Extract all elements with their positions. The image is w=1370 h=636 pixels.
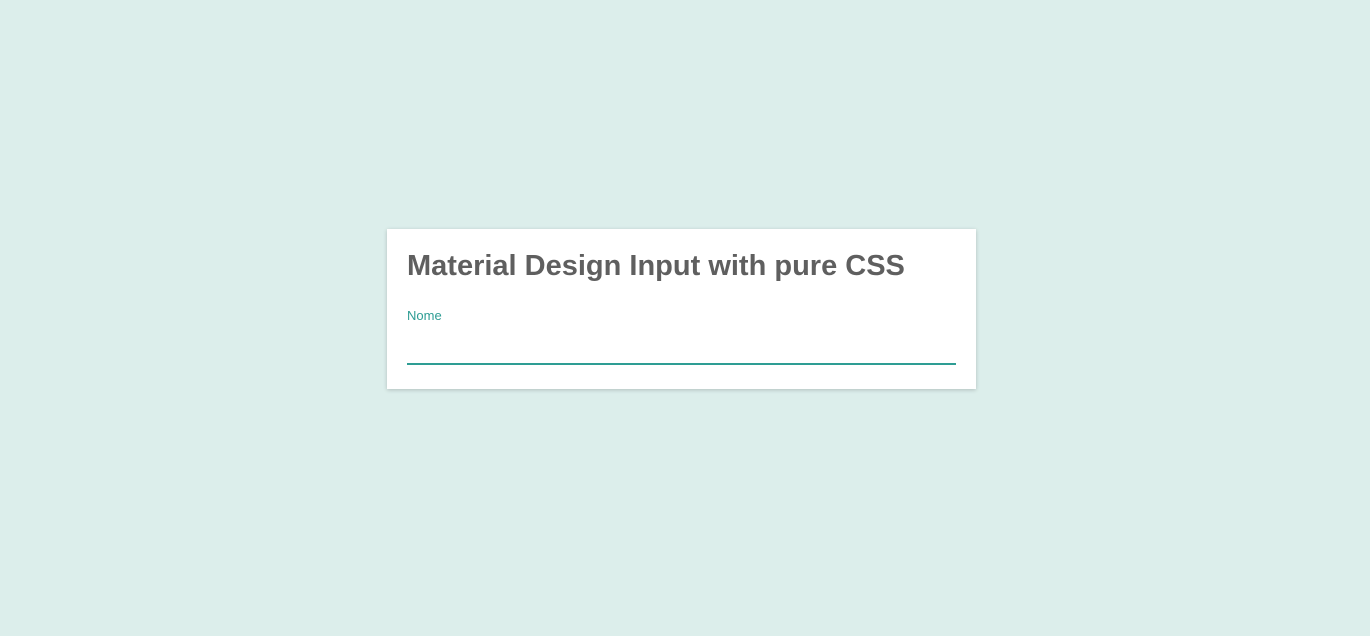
form-card: Material Design Input with pure CSS Nome	[387, 229, 976, 389]
label-nome: Nome	[407, 308, 956, 323]
page-title: Material Design Input with pure CSS	[407, 249, 956, 284]
input-nome[interactable]	[407, 333, 956, 365]
input-group-nome: Nome	[407, 308, 956, 365]
